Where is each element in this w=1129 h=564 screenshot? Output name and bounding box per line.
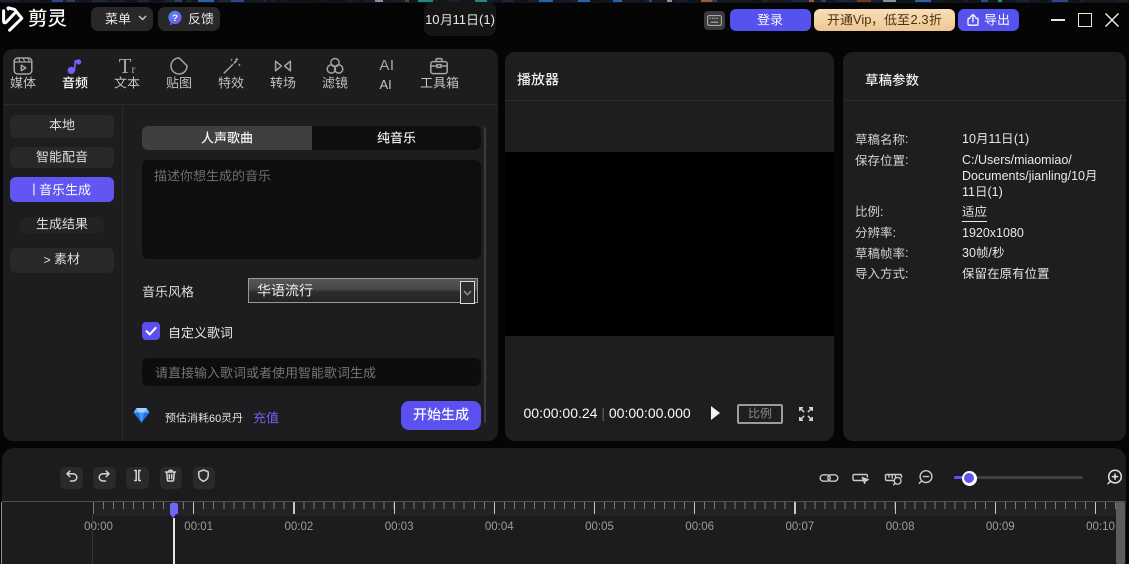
svg-text:?: ? [172,13,178,24]
